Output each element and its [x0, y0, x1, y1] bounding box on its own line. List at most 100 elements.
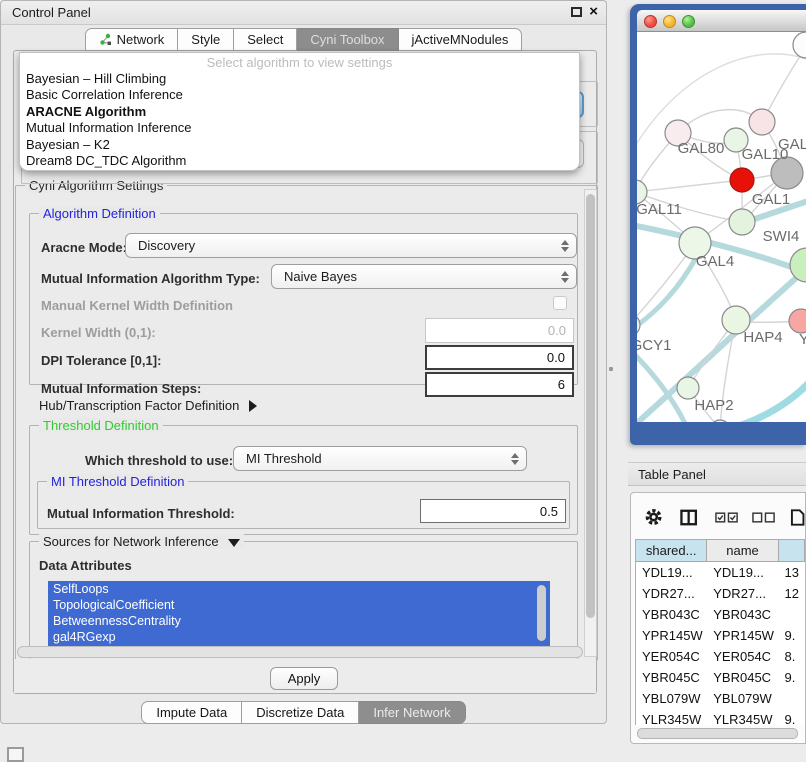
- table-cell: YDL19...: [707, 562, 778, 583]
- data-attribute-item[interactable]: TopologicalCoefficient: [48, 597, 550, 613]
- network-node[interactable]: [793, 32, 806, 58]
- table-hscrollbar-thumb[interactable]: [637, 728, 798, 739]
- node-label: Y: [799, 331, 806, 348]
- data-attribute-item[interactable]: gal4RGexp: [48, 629, 550, 645]
- column-layout-icon[interactable]: [680, 509, 697, 526]
- table-panel-card: shared...name YDL19...YDL19...13YDR27...…: [630, 492, 806, 744]
- network-node-y[interactable]: [789, 309, 806, 333]
- algorithm-option[interactable]: Bayesian – Hill Climbing: [20, 71, 579, 87]
- settings-vertical-scrollbar[interactable]: [584, 189, 597, 657]
- algorithm-dropdown-prompt: Select algorithm to view settings: [20, 54, 579, 71]
- threshold-definition-title: Threshold Definition: [39, 418, 163, 433]
- table-cell: YLR345W: [636, 709, 707, 725]
- table-column-header[interactable]: name: [707, 540, 778, 562]
- which-threshold-combo[interactable]: MI Threshold: [233, 446, 527, 471]
- minimize-window-icon[interactable]: [663, 15, 676, 28]
- table-cell: YER054C: [636, 646, 707, 667]
- network-node-gal[interactable]: [749, 109, 775, 135]
- tab-cyni-toolbox[interactable]: Cyni Toolbox: [297, 28, 398, 51]
- manual-kernel-checkbox[interactable]: [553, 296, 567, 310]
- table-cell: 9.: [779, 625, 806, 646]
- hub-definition-label: Hub/Transcription Factor Definition: [39, 398, 239, 413]
- table-cell: 8.: [779, 646, 806, 667]
- data-attributes-listbox[interactable]: SelfLoopsTopologicalCoefficientBetweenne…: [48, 581, 550, 646]
- dpi-tolerance-label: DPI Tolerance [0,1]:: [41, 353, 161, 368]
- mi-threshold-input[interactable]: [420, 499, 566, 523]
- split-pane-divider[interactable]: [609, 365, 614, 374]
- table-cell: YDL19...: [636, 562, 707, 583]
- close-panel-icon[interactable]: ×: [589, 4, 598, 20]
- table-row[interactable]: YLR345WYLR345W9.: [636, 709, 805, 725]
- combo-spinner-icon: [558, 240, 576, 252]
- table-column-header[interactable]: [779, 540, 805, 562]
- tab-select[interactable]: Select: [234, 28, 297, 51]
- sources-group-title[interactable]: Sources for Network Inference: [39, 534, 244, 549]
- settings-hscrollbar-thumb[interactable]: [17, 646, 583, 658]
- status-corner-icon[interactable]: [7, 747, 24, 762]
- tab-label: Cyni Toolbox: [310, 32, 384, 47]
- table-row[interactable]: YBL079WYBL079W: [636, 688, 805, 709]
- float-panel-icon[interactable]: [571, 7, 582, 17]
- mi-threshold-group-title: MI Threshold Definition: [47, 474, 188, 489]
- node-label: GAL11: [637, 201, 682, 218]
- attributes-scrollbar-thumb[interactable]: [537, 585, 546, 641]
- data-attributes-label: Data Attributes: [39, 558, 132, 573]
- settings-horizontal-scrollbar[interactable]: [17, 646, 583, 658]
- settings-scrollbar-thumb[interactable]: [586, 194, 595, 618]
- network-node[interactable]: [730, 168, 754, 192]
- select-all-icon[interactable]: [715, 512, 738, 523]
- data-attribute-item[interactable]: BetweennessCentrality: [48, 613, 550, 629]
- table-row[interactable]: YPR145WYPR145W9.: [636, 625, 805, 646]
- hub-definition-toggle[interactable]: Hub/Transcription Factor Definition: [39, 398, 257, 413]
- mi-steps-input[interactable]: [425, 372, 574, 397]
- deselect-all-icon[interactable]: [752, 512, 775, 523]
- network-node-gal1[interactable]: [729, 209, 755, 235]
- table-row[interactable]: YBR043CYBR043C: [636, 604, 805, 625]
- network-canvas[interactable]: GALGAL80GAL10GAL11GAL1SWI4GAL4GCY1HAP4YH…: [637, 32, 806, 422]
- expanded-arrow-icon: [228, 539, 240, 547]
- table-cell: 13: [779, 562, 806, 583]
- table-rows: YDL19...YDL19...13YDR27...YDR27...12YBR0…: [636, 562, 805, 725]
- dpi-tolerance-input[interactable]: [425, 345, 574, 370]
- application-root: Control Panel × Network Style: [0, 0, 806, 762]
- close-window-icon[interactable]: [644, 15, 657, 28]
- zoom-window-icon[interactable]: [682, 15, 695, 28]
- tab-style[interactable]: Style: [178, 28, 234, 51]
- algorithm-option[interactable]: Mutual Information Inference: [20, 120, 579, 136]
- algorithm-option[interactable]: Basic Correlation Inference: [20, 87, 579, 103]
- table-column-header[interactable]: shared...: [636, 540, 707, 562]
- network-icon: [99, 33, 112, 46]
- table-cell: 9.: [779, 667, 806, 688]
- tab-jactivemnodules[interactable]: jActiveMNodules: [399, 28, 523, 51]
- mi-type-label: Mutual Information Algorithm Type:: [41, 271, 260, 286]
- network-node-hap2[interactable]: [677, 377, 699, 399]
- table-row[interactable]: YDL19...YDL19...13: [636, 562, 805, 583]
- mi-type-combo[interactable]: Naive Bayes: [271, 264, 577, 289]
- network-nodes[interactable]: [637, 32, 806, 422]
- table-cell: YBR043C: [636, 604, 707, 625]
- node-table[interactable]: shared...name YDL19...YDL19...13YDR27...…: [635, 539, 805, 725]
- tab-network[interactable]: Network: [85, 28, 179, 51]
- network-node-gcy1[interactable]: [637, 314, 640, 336]
- document-icon[interactable]: [790, 508, 805, 527]
- network-window-titlebar[interactable]: [637, 10, 806, 32]
- table-row[interactable]: YDR27...YDR27...12: [636, 583, 805, 604]
- kernel-width-input[interactable]: [425, 318, 574, 343]
- tab-infer-network[interactable]: Infer Network: [359, 701, 465, 724]
- tab-discretize-data[interactable]: Discretize Data: [242, 701, 359, 724]
- table-horizontal-scrollbar[interactable]: [637, 728, 801, 739]
- aracne-mode-combo[interactable]: Discovery: [125, 233, 577, 258]
- table-row[interactable]: YBR045CYBR045C9.: [636, 667, 805, 688]
- gear-icon[interactable]: [644, 507, 663, 527]
- table-cell: YLR345W: [707, 709, 778, 725]
- data-attribute-item[interactable]: SelfLoops: [48, 581, 550, 597]
- network-view-window: GALGAL80GAL10GAL11GAL1SWI4GAL4GCY1HAP4YH…: [630, 4, 806, 445]
- tab-impute-data[interactable]: Impute Data: [141, 701, 242, 724]
- algorithm-option[interactable]: ARACNE Algorithm: [20, 104, 579, 120]
- table-row[interactable]: YER054CYER054C8.: [636, 646, 805, 667]
- algorithm-option[interactable]: Bayesian – K2: [20, 137, 579, 153]
- which-threshold-value: MI Threshold: [234, 451, 508, 466]
- algorithm-option[interactable]: Dream8 DC_TDC Algorithm: [20, 153, 579, 169]
- network-node-swi4[interactable]: [790, 248, 806, 282]
- apply-button[interactable]: Apply: [270, 667, 338, 690]
